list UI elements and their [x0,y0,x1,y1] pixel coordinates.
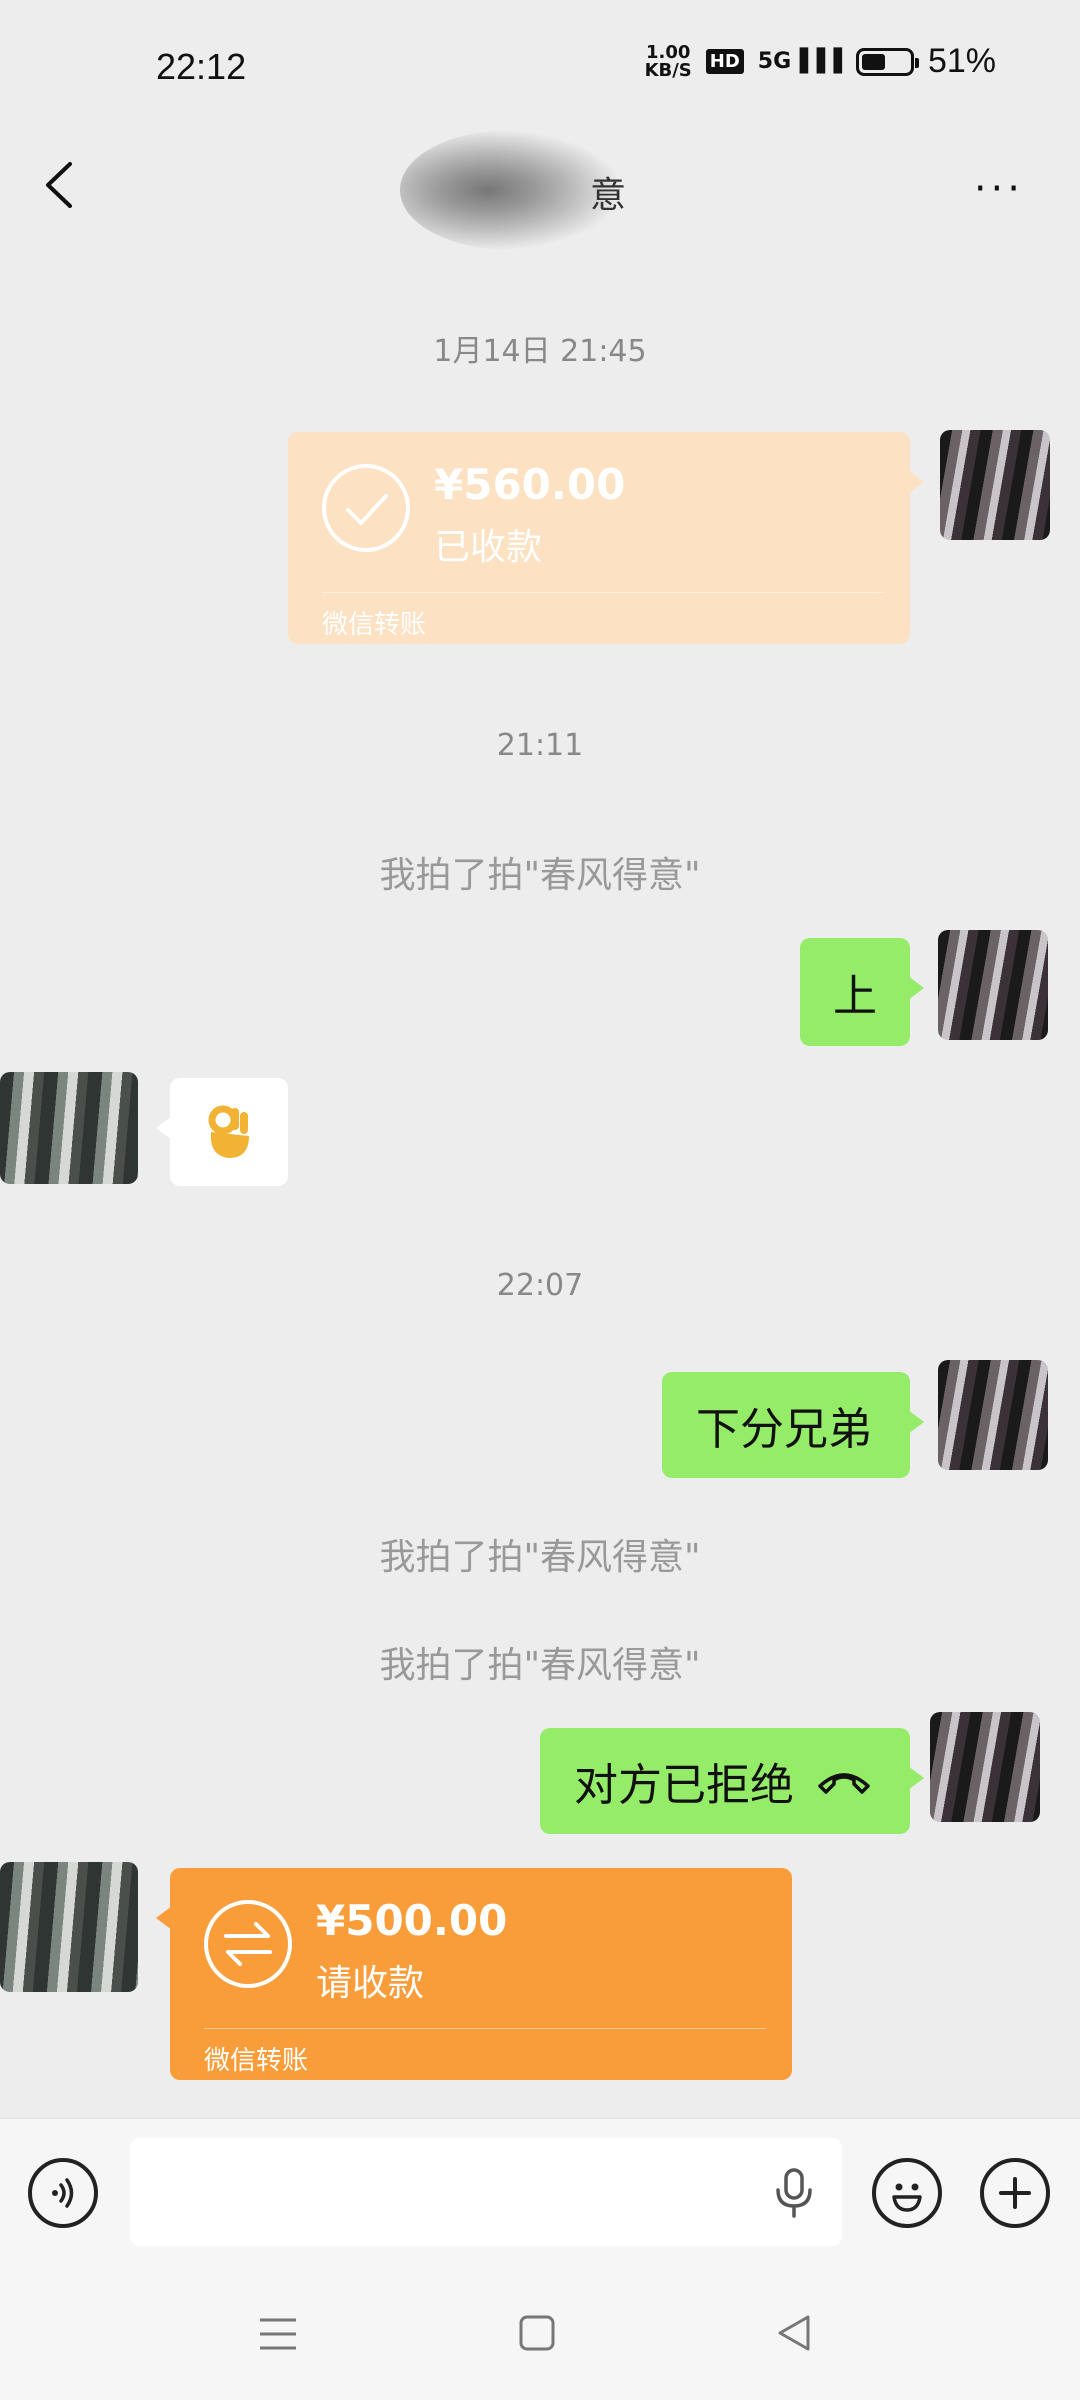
transfer-amount: ¥560.00 [434,460,626,509]
avatar[interactable] [938,1360,1048,1470]
transfer-status: 已收款 [434,527,543,568]
avatar[interactable] [0,1072,138,1184]
home-square-icon[interactable] [518,2314,556,2352]
ok-hand-icon [208,1105,249,1158]
chat-title: 意 [590,175,627,216]
divider [204,2028,766,2029]
timestamp: 1月14日 21:45 [433,334,647,369]
back-triangle-icon[interactable] [776,2314,812,2352]
transfer-amount: ¥500.00 [316,1896,508,1945]
voice-icon[interactable] [28,2158,98,2228]
signal-icon: 5G▐▐▐ [757,49,842,74]
chat-title-redacted [400,130,620,250]
battery-icon [855,47,919,76]
status-indicators: 1.00 KB/S HD 5G▐▐▐ 51% [645,42,996,81]
transfer-arrows-icon [204,1900,292,1988]
hangup-phone-icon [818,1773,870,1794]
call-rejected-bubble[interactable]: 对方已拒绝 [540,1728,924,1834]
avatar[interactable] [940,430,1050,540]
net-speed: 1.00 KB/S [644,41,692,81]
transfer-footer: 微信转账 [322,610,427,640]
plus-icon[interactable] [980,2158,1050,2228]
avatar[interactable] [0,1862,138,1992]
avatar[interactable] [930,1712,1040,1822]
message-bubble-outgoing[interactable]: 上 [800,938,924,1046]
message-bubble-incoming[interactable] [156,1078,288,1186]
system-message: 我拍了拍"春风得意" [379,1537,701,1578]
menu-icon[interactable] [258,2316,298,2352]
transfer-footer: 微信转账 [204,2046,309,2076]
transfer-status: 请收款 [316,1963,425,2004]
back-arrow-icon[interactable] [40,160,80,210]
status-time: 22:12 [156,46,247,87]
check-icon [322,464,410,552]
more-dots-icon[interactable]: ··· [974,166,1024,212]
hd-badge: HD [705,49,744,74]
timestamp: 21:11 [496,728,584,763]
divider [322,592,884,593]
emoji-icon[interactable] [872,2158,942,2228]
system-message: 我拍了拍"春风得意" [379,855,701,896]
system-message: 我拍了拍"春风得意" [379,1645,701,1686]
transfer-card-request[interactable]: ¥500.00 请收款 微信转账 [156,1868,792,2080]
message-input[interactable] [130,2138,842,2246]
microphone-icon[interactable] [772,2168,816,2218]
transfer-card-received[interactable]: ¥560.00 已收款 微信转账 [288,432,924,644]
message-bubble-outgoing[interactable]: 下分兄弟 [662,1372,924,1478]
avatar[interactable] [938,930,1048,1040]
timestamp: 22:07 [496,1268,584,1303]
battery-percent: 51% [927,42,996,80]
